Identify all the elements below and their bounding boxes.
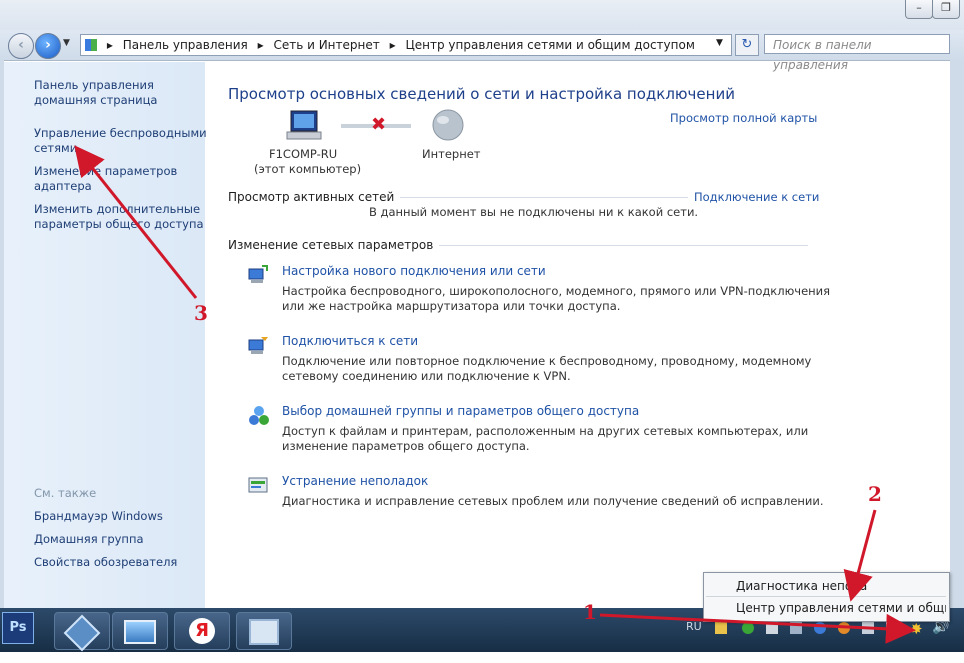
tray-app-icon[interactable] bbox=[790, 622, 802, 634]
connect-to-network-link[interactable]: Подключение к сети bbox=[688, 190, 820, 204]
action-connect-network-desc: Подключение или повторное подключение к … bbox=[282, 354, 812, 383]
photoshop-taskbar-button[interactable]: Ps bbox=[2, 612, 34, 644]
control-panel-icon bbox=[85, 39, 97, 51]
annotation-number-3: 3 bbox=[194, 301, 208, 325]
control-panel-taskbar-icon bbox=[249, 619, 279, 645]
network-tool-icon bbox=[63, 614, 101, 652]
sidebar-item-wireless[interactable]: Управление беспроводными сетями bbox=[34, 126, 207, 156]
breadcrumb-network-internet[interactable]: Сеть и Интернет bbox=[273, 38, 379, 52]
menu-item-diagnostics[interactable]: Диагностика непола bbox=[736, 579, 867, 593]
action-troubleshoot-link[interactable]: Устранение неполадок bbox=[282, 474, 428, 488]
window-titlebar bbox=[0, 0, 964, 30]
tray-app-icon[interactable] bbox=[814, 622, 826, 634]
forward-button[interactable]: › bbox=[35, 33, 61, 59]
computer-sublabel: (этот компьютер) bbox=[254, 162, 362, 176]
tray-app-icon[interactable] bbox=[715, 622, 727, 634]
tray-app-icon[interactable] bbox=[742, 622, 754, 634]
menu-item-network-center[interactable]: Центр управления сетями и общим до bbox=[736, 601, 946, 615]
restore-button[interactable]: ❐ bbox=[932, 0, 960, 19]
language-indicator[interactable]: RU bbox=[686, 620, 702, 633]
search-input[interactable]: Поиск в панели управления bbox=[764, 34, 950, 72]
active-networks-heading: Просмотр активных сетей bbox=[228, 190, 401, 204]
homegroup-icon bbox=[249, 406, 269, 425]
yandex-browser-icon: Я bbox=[189, 618, 215, 644]
disconnected-x-icon: ✖ bbox=[371, 114, 387, 135]
computer-icon bbox=[286, 110, 322, 140]
taskbar-app-button[interactable] bbox=[236, 612, 292, 650]
taskbar-app-button[interactable] bbox=[54, 612, 110, 652]
picture-viewer-icon bbox=[124, 620, 156, 644]
address-bar[interactable]: ▸ Панель управления ▸ Сеть и Интернет ▸ … bbox=[80, 34, 732, 56]
window-right-border bbox=[950, 60, 964, 608]
annotation-number-2: 2 bbox=[868, 482, 882, 506]
sidebar-item-home[interactable]: Панель управления домашняя страница bbox=[34, 78, 157, 108]
sidebar-item-sharing[interactable]: Изменить дополнительные параметры общего… bbox=[34, 202, 204, 232]
breadcrumb-separator-icon: ▸ bbox=[106, 38, 113, 52]
action-new-connection-desc: Настройка беспроводного, широкополосного… bbox=[282, 284, 831, 313]
see-also-heading: См. также bbox=[34, 486, 97, 500]
tray-app-icon[interactable] bbox=[838, 622, 850, 634]
computer-name: F1COMP-RU bbox=[269, 147, 338, 161]
action-connect-network-link[interactable]: Подключиться к сети bbox=[282, 334, 418, 348]
minimize-button[interactable]: – bbox=[905, 0, 933, 19]
annotation-number-1: 1 bbox=[583, 600, 597, 624]
change-settings-heading: Изменение сетевых параметров bbox=[228, 238, 440, 252]
breadcrumb-control-panel[interactable]: Панель управления bbox=[123, 38, 248, 52]
connect-network-icon bbox=[248, 337, 268, 354]
action-homegroup-link[interactable]: Выбор домашней группы и параметров общег… bbox=[282, 404, 639, 418]
troubleshoot-icon bbox=[248, 477, 268, 493]
breadcrumb-separator-icon: ▸ bbox=[257, 38, 264, 52]
see-also-internet-options[interactable]: Свойства обозревателя bbox=[34, 555, 177, 570]
address-dropdown-icon[interactable]: ▼ bbox=[716, 38, 723, 48]
taskbar-app-button[interactable]: Я bbox=[174, 612, 230, 650]
action-new-connection-link[interactable]: Настройка нового подключения или сети bbox=[282, 264, 546, 278]
internet-label: Интернет bbox=[422, 147, 481, 161]
action-troubleshoot-desc: Диагностика и исправление сетевых пробле… bbox=[282, 494, 824, 508]
globe-icon bbox=[432, 109, 464, 141]
new-connection-icon bbox=[248, 265, 268, 283]
tray-app-icon[interactable] bbox=[862, 622, 874, 634]
see-also-homegroup[interactable]: Домашняя группа bbox=[34, 532, 144, 547]
page-title: Просмотр основных сведений о сети и наст… bbox=[228, 85, 735, 103]
see-also-firewall[interactable]: Брандмауэр Windows bbox=[34, 509, 163, 524]
taskbar-app-button[interactable] bbox=[112, 612, 168, 650]
tray-app-icon[interactable] bbox=[886, 622, 898, 634]
sidebar-item-adapter[interactable]: Изменение параметров адаптера bbox=[34, 164, 177, 194]
breadcrumb-separator-icon: ▸ bbox=[389, 38, 396, 52]
menu-divider bbox=[706, 596, 946, 597]
no-connection-text: В данный момент вы не подключены ни к ка… bbox=[369, 205, 699, 219]
back-button[interactable]: ‹ bbox=[8, 33, 34, 59]
tray-app-icon[interactable] bbox=[766, 622, 778, 634]
network-tray-icon[interactable]: ✸ bbox=[910, 620, 923, 638]
recent-pages-chevron-icon[interactable]: ▼ bbox=[63, 38, 70, 48]
refresh-button[interactable]: ↻ bbox=[735, 34, 759, 56]
action-homegroup-desc: Доступ к файлам и принтерам, расположенн… bbox=[282, 424, 809, 453]
full-map-link[interactable]: Просмотр полной карты bbox=[670, 111, 817, 125]
breadcrumb-network-center[interactable]: Центр управления сетями и общим доступом bbox=[405, 38, 694, 52]
